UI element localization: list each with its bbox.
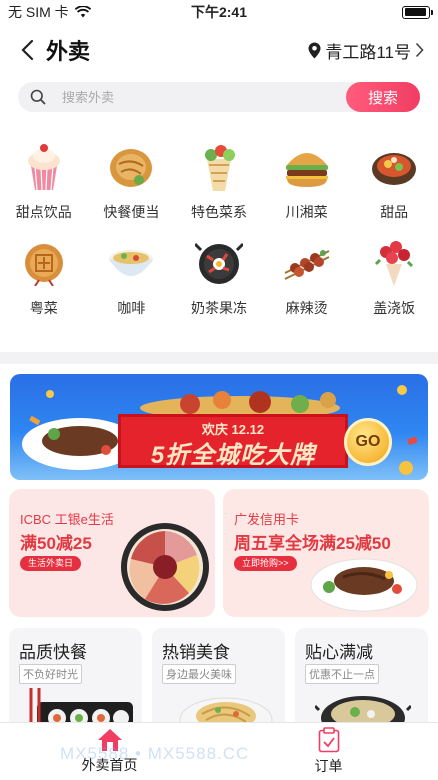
category-label: 快餐便当: [103, 204, 160, 220]
mini-card-subtitle: 身边最火美味: [162, 664, 236, 684]
watermark-text: MX5588 • MX5588.CC: [60, 744, 250, 763]
category-item[interactable]: 甜品: [350, 140, 438, 222]
wrap-icon: [192, 140, 246, 194]
category-label: 盖浇饭: [373, 300, 416, 316]
section-divider: [0, 352, 438, 364]
battery-fill: [404, 8, 427, 16]
mini-card-subtitle: 不负好时光: [19, 664, 82, 684]
category-label: 特色菜系: [190, 204, 247, 220]
category-item[interactable]: 快餐便当: [88, 140, 176, 222]
steak-plate-image: [310, 558, 418, 612]
category-item[interactable]: 麻辣烫: [263, 236, 351, 318]
category-label: 川湘菜: [285, 204, 328, 220]
category-item[interactable]: 特色菜系: [175, 140, 263, 222]
pancake-icon: [104, 140, 158, 194]
category-item[interactable]: 甜点饮品: [0, 140, 88, 222]
bibimbap-icon: [192, 236, 246, 290]
promo-banner[interactable]: 欢庆 12.12 5折全城吃大牌 GO: [10, 374, 428, 480]
promo-card-bank: ICBC 工银e生活: [20, 512, 114, 527]
wifi-icon: [74, 6, 91, 18]
banner-title-box: 欢庆 12.12 5折全城吃大牌: [118, 414, 348, 469]
noodle-bowl-icon: [104, 236, 158, 290]
mini-card-subtitle: 优惠不止一点: [305, 664, 379, 684]
category-grid: 甜点饮品 快餐便当 特色菜系 川湘菜 甜品 粤菜 咖啡 奶茶果冻 麻辣烫 盖浇饭: [0, 140, 438, 318]
mini-card-title: 热销美食: [162, 643, 230, 662]
battery-icon: [402, 5, 433, 19]
mini-card-title: 品质快餐: [19, 643, 87, 662]
skewer-icon: [280, 236, 334, 290]
category-item[interactable]: 奶茶果冻: [175, 236, 263, 318]
carrier-label: 无 SIM 卡: [8, 4, 69, 20]
mini-card-title: 贴心满减: [305, 643, 373, 662]
chevron-right-icon: [415, 42, 424, 58]
tab-orders[interactable]: 订单: [219, 723, 438, 780]
category-label: 咖啡: [117, 300, 146, 316]
search-button[interactable]: 搜索: [346, 82, 420, 112]
category-item[interactable]: 川湘菜: [263, 140, 351, 222]
category-label: 粤菜: [29, 300, 58, 316]
category-label: 甜品: [380, 204, 409, 220]
clipboard-check-icon: [318, 727, 339, 753]
status-bar: 无 SIM 卡 下午2:41: [0, 0, 438, 24]
category-item[interactable]: 盖浇饭: [350, 236, 438, 318]
status-right: [280, 5, 433, 19]
status-time: 下午2:41: [190, 4, 248, 20]
burger-icon: [280, 140, 334, 194]
hotpot-icon: [367, 140, 421, 194]
chevron-left-icon: [21, 39, 34, 61]
map-pin-icon: [308, 42, 321, 58]
promo-card-tag: 立即抢购>>: [234, 556, 297, 571]
search-icon: [30, 89, 46, 105]
go-button[interactable]: GO: [344, 418, 392, 466]
mooncake-icon: [17, 236, 71, 290]
flower-bouquet-icon: [367, 236, 421, 290]
location-label: 青工路11号: [325, 42, 411, 62]
location-selector[interactable]: 青工路11号: [308, 38, 424, 63]
page-title: 外卖: [46, 39, 91, 64]
category-item[interactable]: 咖啡: [88, 236, 176, 318]
tab-label: 订单: [314, 758, 343, 774]
nav-bar: 外卖 青工路11号: [0, 30, 438, 70]
category-item[interactable]: 粤菜: [0, 236, 88, 318]
cupcake-icon: [17, 140, 71, 194]
promo-card-tag: 生活外卖日: [20, 556, 82, 571]
category-label: 甜点饮品: [15, 204, 72, 220]
promo-card-offer: 满50减25: [20, 534, 92, 553]
promo-card-icbc[interactable]: ICBC 工银e生活 满50减25 生活外卖日: [9, 489, 215, 617]
search-bar: 搜索: [18, 82, 420, 112]
promo-card-cgb[interactable]: 广发信用卡 周五享全场满25减50 立即抢购>>: [223, 489, 429, 617]
banner-title: 5折全城吃大牌: [150, 442, 316, 469]
back-button[interactable]: [14, 35, 40, 65]
category-label: 奶茶果冻: [190, 300, 247, 316]
promo-card-bank: 广发信用卡: [234, 512, 300, 527]
status-left: 无 SIM 卡: [8, 2, 158, 22]
search-input[interactable]: [62, 89, 346, 105]
platter-image: [121, 523, 209, 611]
category-label: 麻辣烫: [285, 300, 328, 316]
